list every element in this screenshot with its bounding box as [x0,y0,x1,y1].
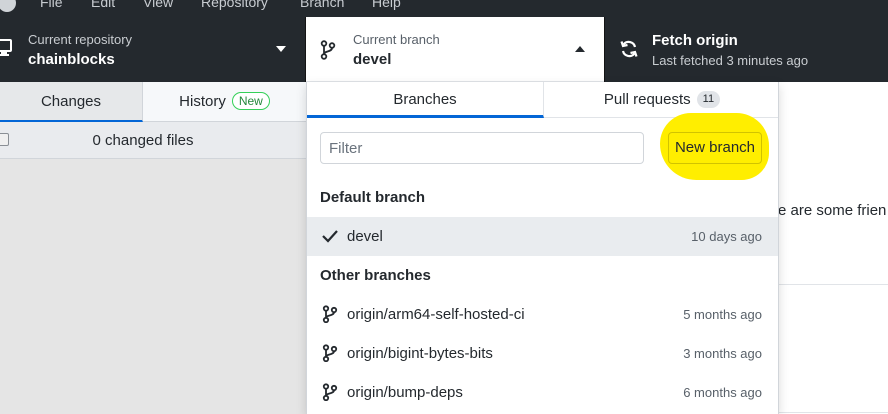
branch-name: origin/bump-deps [347,384,463,401]
current-branch-button[interactable]: Current branch devel [306,17,604,82]
chevron-up-icon [575,46,585,52]
tab-changes[interactable]: Changes [0,82,143,122]
tab-pull-requests-label: Pull requests [603,91,691,108]
menu-file[interactable]: File [40,0,63,11]
changed-files-header: 0 changed files [0,122,306,159]
branch-filter-input[interactable] [320,132,644,164]
tab-history-label: History [179,93,226,110]
desktop-icon [0,39,12,56]
app-logo-icon [0,0,16,12]
menu-bar: File Edit View Repository Branch Help [0,0,888,17]
branch-icon [322,383,338,401]
current-repository-label: Current repository [28,32,133,47]
branch-icon [322,305,338,323]
branch-updated: 3 months ago [683,346,762,361]
branch-icon [322,344,338,362]
sidebar-tabs: Changes History New [0,82,306,122]
branch-name: devel [347,228,383,245]
branch-item-bump-deps[interactable]: origin/bump-deps 6 months ago [307,373,778,412]
new-badge: New [231,92,270,111]
branch-name: origin/arm64-self-hosted-ci [347,306,525,323]
main-welcome-text: e are some frien [778,202,887,219]
branch-updated: 5 months ago [683,307,762,322]
branch-dropdown: Branches Pull requests 11 New branch Defa… [306,82,779,414]
branch-item-devel[interactable]: devel 10 days ago [307,217,778,256]
menu-repository[interactable]: Repository [201,0,268,11]
branch-name: origin/bigint-bytes-bits [347,345,493,362]
fetch-origin-button[interactable]: Fetch origin Last fetched 3 minutes ago [604,17,888,82]
check-icon [322,230,338,243]
last-fetched-status: Last fetched 3 minutes ago [652,53,809,68]
other-branches-header: Other branches [320,267,431,284]
sync-icon [620,40,638,58]
tab-branches-label: Branches [393,91,457,108]
branch-updated: 6 months ago [683,385,762,400]
pull-requests-count-badge: 11 [696,90,721,108]
menu-help[interactable]: Help [372,0,401,11]
default-branch-header: Default branch [320,189,426,206]
current-branch-name: devel [353,51,392,68]
branch-item-arm64-self-hosted-ci[interactable]: origin/arm64-self-hosted-ci 5 months ago [307,295,778,334]
new-branch-button[interactable]: New branch [668,132,762,164]
changed-files-count: 0 changed files [92,132,194,149]
menu-edit[interactable]: Edit [91,0,115,11]
current-repository-name: chainblocks [28,51,115,68]
current-branch-label: Current branch [353,32,440,47]
tab-pull-requests[interactable]: Pull requests 11 [544,82,778,118]
main-divider [778,284,888,285]
tab-history[interactable]: History New [143,82,306,122]
sidebar: Changes History New 0 changed files [0,82,306,414]
fetch-origin-title: Fetch origin [652,32,738,49]
chevron-down-icon [276,46,286,52]
branch-icon [320,40,336,60]
branch-item-bigint-bytes-bits[interactable]: origin/bigint-bytes-bits 3 months ago [307,334,778,373]
menu-branch[interactable]: Branch [300,0,344,11]
tab-changes-label: Changes [40,93,102,110]
toolbar: Current repository chainblocks Current b… [0,17,888,82]
branch-updated: 10 days ago [691,229,762,244]
main-divider [778,412,888,413]
tab-branches[interactable]: Branches [307,82,544,118]
menu-view[interactable]: View [143,0,173,11]
current-repository-button[interactable]: Current repository chainblocks [0,17,306,82]
